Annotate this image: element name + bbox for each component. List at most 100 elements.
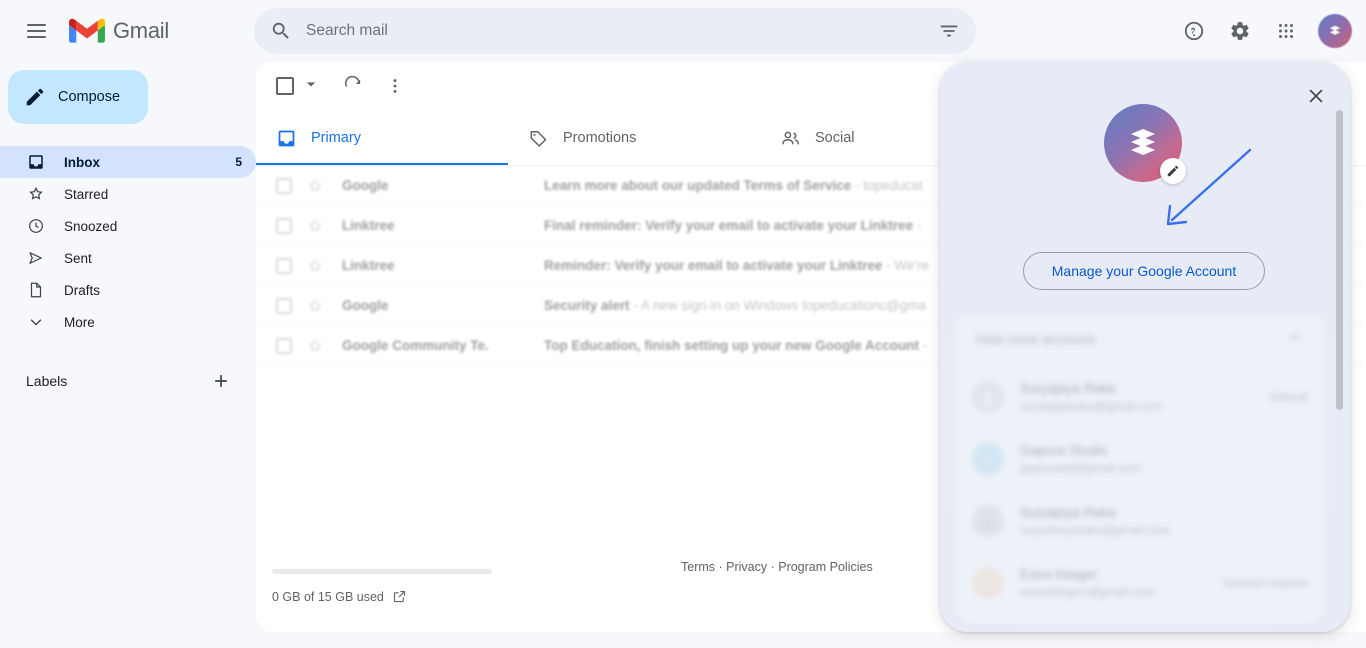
search-input[interactable] <box>304 21 938 41</box>
star-icon[interactable] <box>306 337 324 355</box>
list-item[interactable]: Suryajaya Raka suryaheryaraka@gmail.com <box>954 490 1326 552</box>
apps-grid-icon[interactable] <box>1266 11 1306 51</box>
email-subject: Learn more about our updated Terms of Se… <box>544 178 852 193</box>
sidebar-item-inbox[interactable]: Inbox 5 <box>0 146 256 178</box>
account-name: Suryajaya Raka <box>1020 380 1116 396</box>
account-switcher-card: Hide more accounts Suryajaya Raka suryaj… <box>954 314 1326 624</box>
plus-icon[interactable] <box>210 370 232 392</box>
email-snippet: A new sign-in on Windows topeducationc@g… <box>640 298 927 313</box>
search-options-icon[interactable] <box>938 20 960 42</box>
account-info: Extra Integer extraintegerr@gmail.com <box>1020 567 1223 599</box>
popup-scrollbar[interactable] <box>1336 110 1343 410</box>
people-icon <box>782 131 799 144</box>
tab-label: Promotions <box>563 130 637 146</box>
gmail-brand[interactable]: Gmail <box>68 17 169 45</box>
terms-link[interactable]: Terms <box>681 560 715 574</box>
email-sender: Google <box>342 298 389 313</box>
close-icon[interactable] <box>1296 76 1336 116</box>
row-checkbox[interactable] <box>276 257 292 274</box>
avatar[interactable] <box>1104 104 1186 184</box>
top-header: Gmail <box>0 0 1366 62</box>
program-policies-link[interactable]: Program Policies <box>778 560 872 574</box>
pencil-edit-icon[interactable] <box>1160 158 1186 184</box>
account-email: gapurastd@gmail.com <box>1020 460 1141 475</box>
chevron-up-icon <box>1286 329 1304 350</box>
avatar-initial: n <box>984 450 992 467</box>
storage-label: 0 GB of 15 GB used <box>272 589 384 604</box>
refresh-icon[interactable] <box>333 66 373 106</box>
clock-icon <box>26 216 46 236</box>
sidebar-item-label: Drafts <box>64 282 101 298</box>
main-menu-icon[interactable] <box>16 11 56 51</box>
email-snippet: topeducat <box>863 178 923 193</box>
select-all-checkbox[interactable] <box>266 66 331 106</box>
draft-icon <box>26 280 46 300</box>
storage-progress-bar <box>272 569 492 574</box>
labels-section: Labels <box>0 364 256 398</box>
star-icon[interactable] <box>306 217 324 235</box>
star-icon <box>26 184 46 204</box>
gear-icon[interactable] <box>1220 11 1260 51</box>
row-checkbox[interactable] <box>276 177 292 194</box>
star-icon[interactable] <box>306 297 324 315</box>
email-subject: Final reminder: Verify your email to act… <box>544 218 914 233</box>
sidebar-item-label: Snoozed <box>64 218 118 234</box>
brand-logo-avatar-icon <box>1131 129 1155 155</box>
gmail-app: Gmail Search mail Compose Inbox 5 Starre… <box>0 0 1366 648</box>
google-account-popup: Manage your Google Account Hide more acc… <box>940 62 1350 632</box>
manage-google-account-button[interactable]: Manage your Google Account <box>1023 252 1265 290</box>
more-vertical-icon[interactable] <box>375 66 415 106</box>
email-subject: Top Education, finish setting up your ne… <box>544 338 919 353</box>
external-link-icon[interactable] <box>392 589 407 604</box>
sidebar-item-more[interactable]: More <box>0 306 256 338</box>
row-checkbox[interactable] <box>276 297 292 314</box>
privacy-link[interactable]: Privacy <box>726 560 767 574</box>
send-icon <box>26 248 46 268</box>
account-email: suryaheryaraka@gmail.com <box>1020 522 1170 537</box>
sidebar-item-label: Inbox <box>64 154 100 170</box>
list-item[interactable]: Suryajaya Raka suryajayaraka@gmail.com D… <box>954 366 1326 428</box>
email-snippet: We're <box>894 258 929 273</box>
row-checkbox[interactable] <box>276 217 292 234</box>
row-checkbox[interactable] <box>276 337 292 354</box>
status-badge: Default <box>1269 389 1308 404</box>
checkbox-box <box>276 77 294 95</box>
account-email: suryajayaraka@gmail.com <box>1020 398 1162 413</box>
avatar <box>972 504 1004 537</box>
sidebar-item-label: More <box>64 314 95 330</box>
avatar: n <box>972 442 1004 475</box>
email-sender: Google <box>342 178 389 193</box>
sidebar-item-snoozed[interactable]: Snoozed <box>0 210 256 242</box>
legal-separator: · <box>767 560 779 574</box>
star-icon[interactable] <box>306 257 324 275</box>
account-email: extraintegerr@gmail.com <box>1020 584 1155 599</box>
sidebar-nav: Inbox 5 Starred Snoozed Sent Drafts More <box>0 146 256 338</box>
inbox-tab-icon <box>278 130 295 146</box>
help-icon[interactable] <box>1174 11 1214 51</box>
star-icon[interactable] <box>306 177 324 195</box>
tab-primary[interactable]: Primary <box>256 110 508 166</box>
email-sender: Linktree <box>342 258 395 273</box>
avatar: E <box>972 566 1004 599</box>
sidebar-item-drafts[interactable]: Drafts <box>0 274 256 306</box>
account-avatar[interactable] <box>1318 14 1352 48</box>
header-actions <box>1174 0 1352 62</box>
search-icon <box>272 22 289 39</box>
compose-button[interactable]: Compose <box>8 70 148 124</box>
sidebar-item-starred[interactable]: Starred <box>0 178 256 210</box>
tab-promotions[interactable]: Promotions <box>508 110 760 166</box>
sidebar-item-sent[interactable]: Sent <box>0 242 256 274</box>
gmail-logo-icon <box>69 18 105 43</box>
list-item[interactable]: E Extra Integer extraintegerr@gmail.com … <box>954 552 1326 614</box>
sidebar-item-label: Sent <box>64 250 92 266</box>
chevron-down-icon <box>301 74 321 99</box>
compose-label: Compose <box>58 89 121 105</box>
account-name: Extra Integer <box>1020 566 1098 582</box>
hide-more-accounts-row[interactable]: Hide more accounts <box>954 314 1326 366</box>
account-info: Gapura Studio gapurastd@gmail.com <box>1020 443 1308 475</box>
email-subject: Security alert <box>544 298 630 313</box>
list-item[interactable]: n Gapura Studio gapurastd@gmail.com <box>954 428 1326 490</box>
tab-label: Social <box>815 130 855 146</box>
search-bar[interactable] <box>254 8 976 54</box>
account-name: Suryajaya Raka <box>1020 504 1116 520</box>
